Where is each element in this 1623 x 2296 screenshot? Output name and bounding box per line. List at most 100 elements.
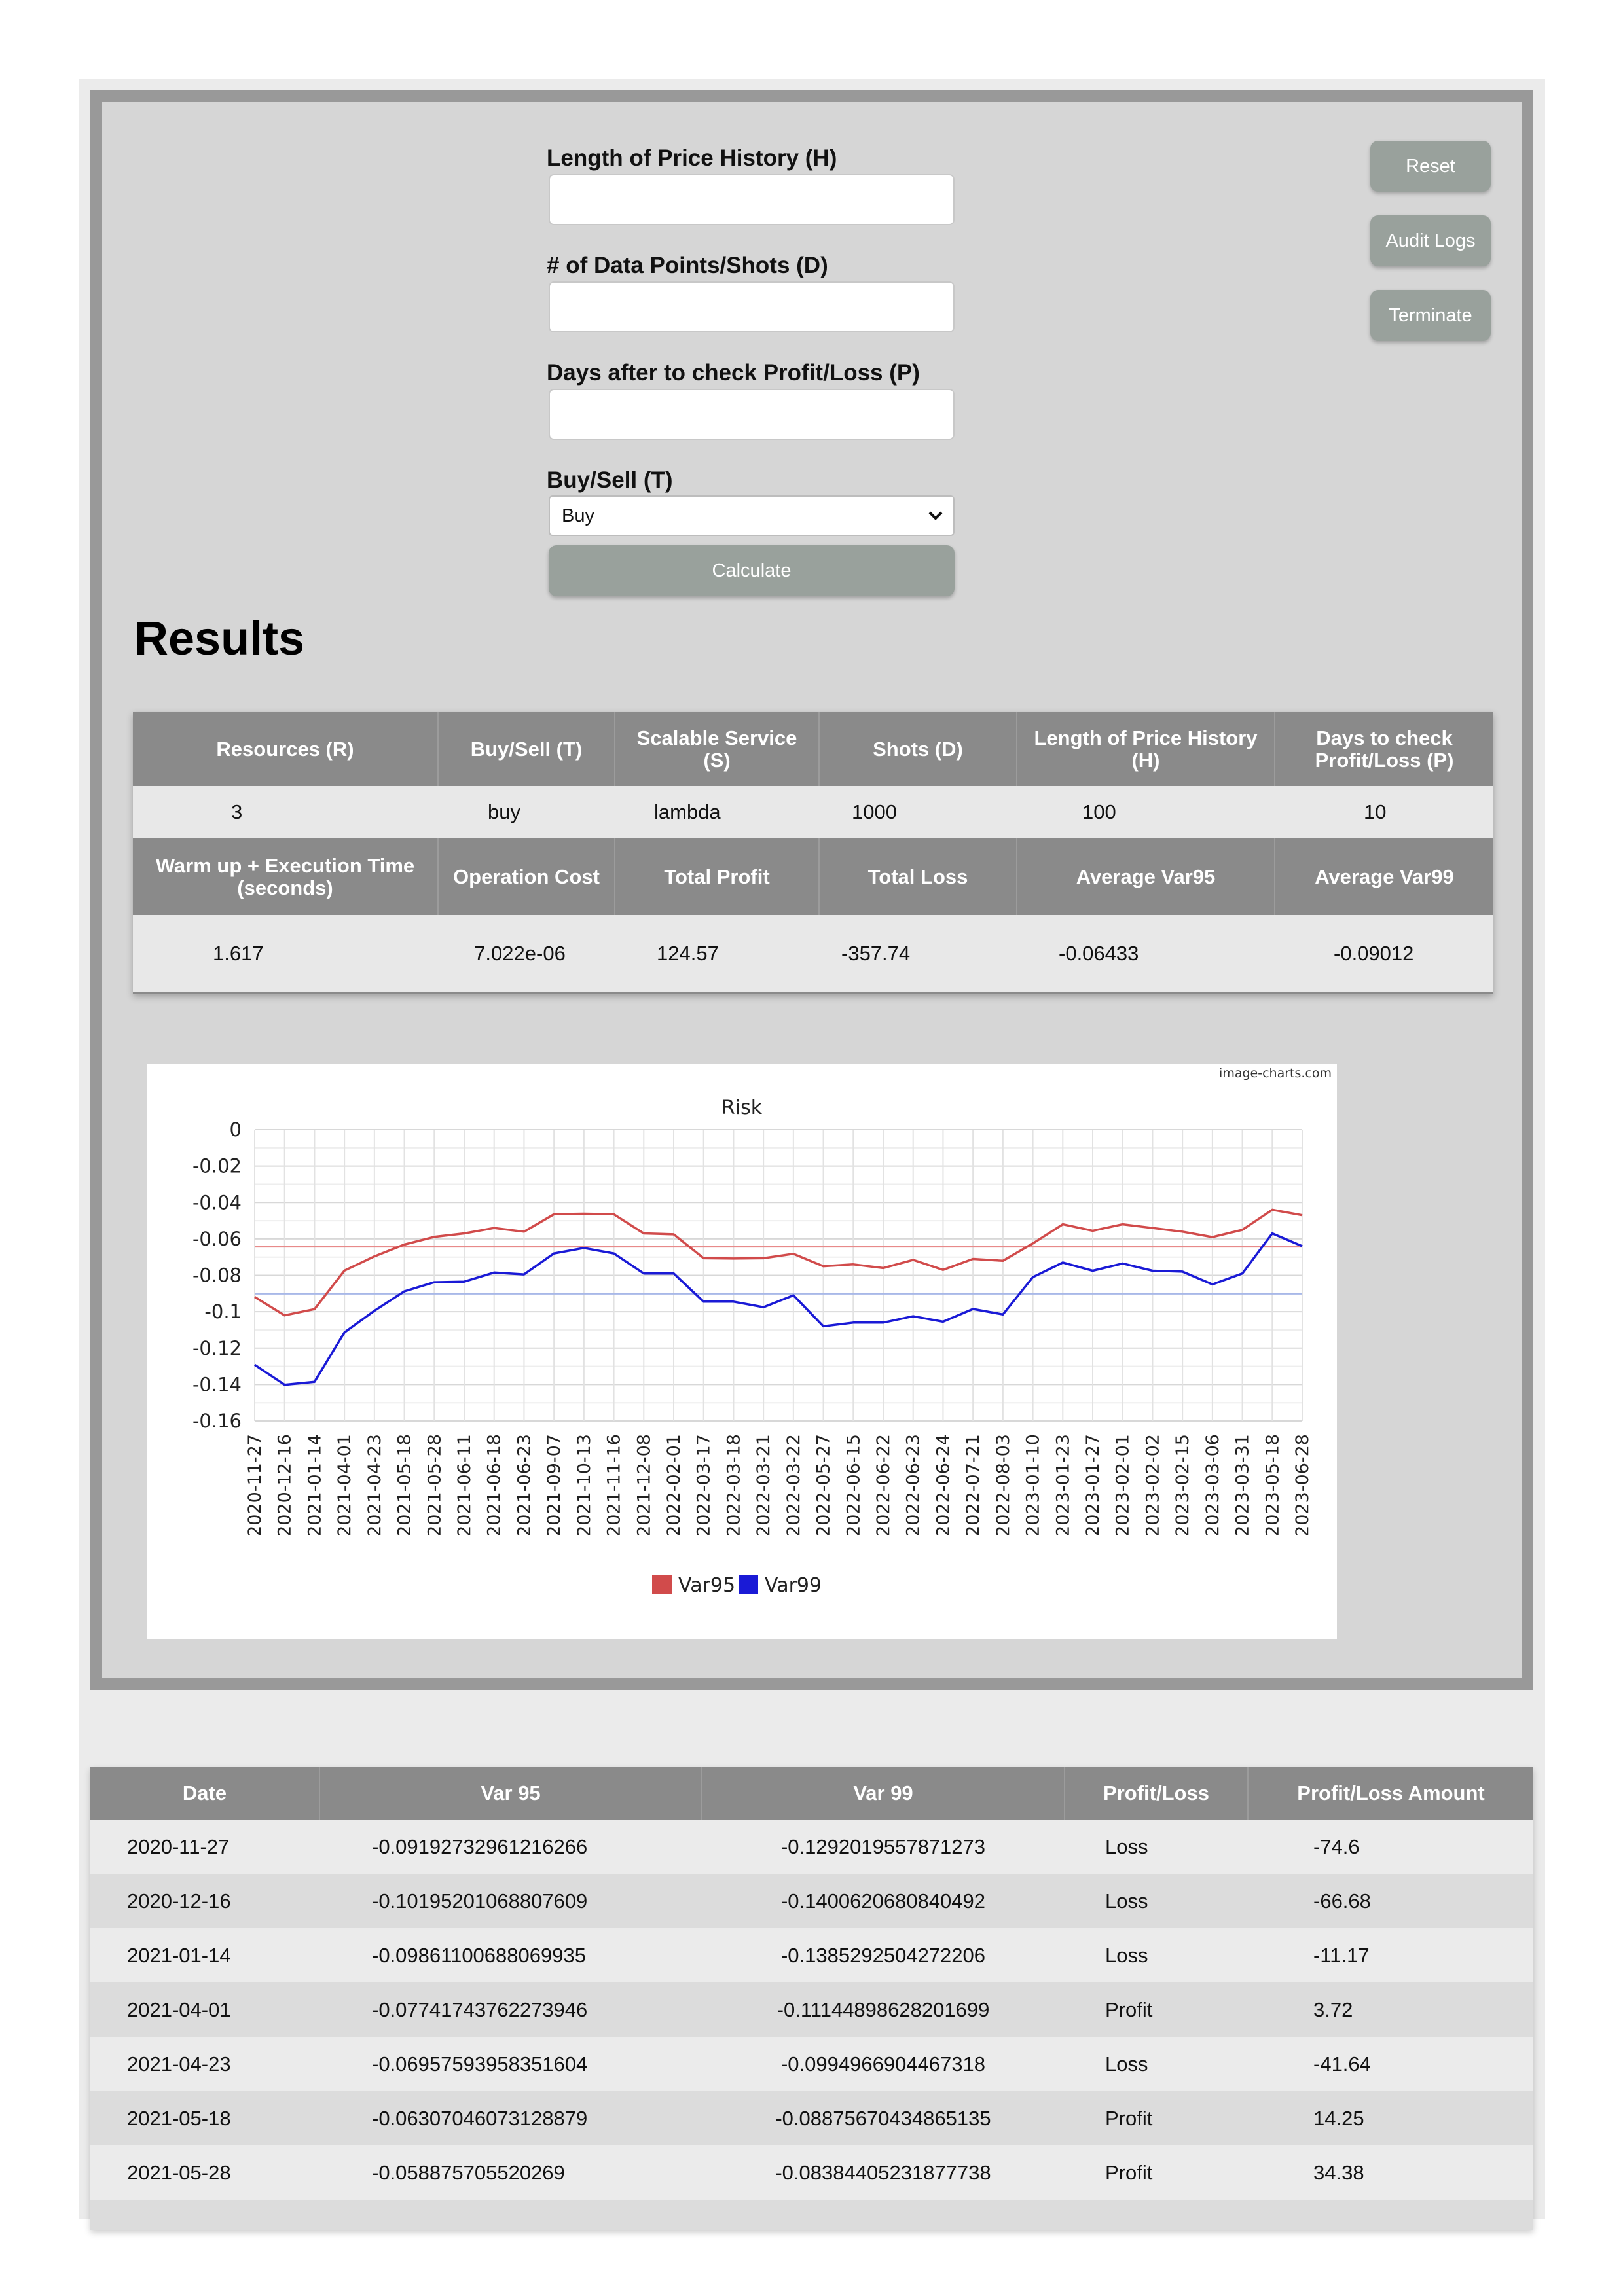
table-row: 2021-05-18 -0.06307046073128879 -0.0887567…: [90, 2091, 1533, 2145]
cell-var99: -0.1400620680840492: [702, 1874, 1065, 1928]
x-tick-label: 2022-06-23: [903, 1434, 924, 1537]
x-tick-label: 2020-12-16: [275, 1434, 295, 1537]
y-tick-label: -0.06: [192, 1228, 242, 1250]
header-date: Date: [90, 1767, 320, 1820]
buysell-select[interactable]: Buy: [549, 495, 955, 536]
x-tick-label: 2023-02-02: [1142, 1434, 1163, 1537]
cell-date: 2021-05-18: [90, 2091, 319, 2145]
y-tick-label: -0.08: [192, 1265, 242, 1287]
price-history-label: Length of Price History (H): [547, 145, 837, 171]
header-execution-time: Warm up + Execution Time (seconds): [133, 838, 439, 915]
y-tick-label: -0.02: [192, 1155, 242, 1177]
legend-label-var99: Var99: [765, 1574, 822, 1597]
x-tick-label: 2023-01-23: [1053, 1434, 1073, 1537]
chevron-down-icon: [928, 511, 943, 520]
days-input[interactable]: [549, 389, 955, 440]
x-tick-label: 2023-05-18: [1262, 1434, 1283, 1537]
cell-profit-loss-amount: -74.6: [1248, 1820, 1533, 1874]
value-price-history: 100: [1017, 786, 1275, 838]
cell-profit-loss: Loss: [1065, 1820, 1248, 1874]
cell-date: 2021-05-28: [90, 2145, 319, 2200]
cell-profit-loss-amount: 3.72: [1248, 1982, 1533, 2037]
cell-var95: -0.058875705520269: [319, 2145, 702, 2200]
cell-profit-loss-amount: 14.25: [1248, 2091, 1533, 2145]
x-tick-label: 2023-02-15: [1173, 1434, 1193, 1537]
cell-profit-loss-amount: -66.68: [1248, 1874, 1533, 1928]
x-tick-label: 2020-11-27: [245, 1434, 265, 1537]
x-tick-label: 2022-08-03: [993, 1434, 1013, 1537]
table-row: 2020-11-27 -0.09192732961216266 -0.1292019…: [90, 1820, 1533, 1874]
chart-watermark: image-charts.com: [1219, 1066, 1332, 1081]
cell-date: 2021-04-23: [90, 2037, 319, 2091]
shots-label: # of Data Points/Shots (D): [547, 253, 828, 278]
header-shots: Shots (D): [819, 712, 1017, 786]
header-total-loss: Total Loss: [819, 838, 1017, 915]
table-row: [90, 2200, 1533, 2230]
cell-date: 2020-12-16: [90, 1874, 319, 1928]
cell-profit-loss: Profit: [1065, 1982, 1248, 2037]
x-tick-label: 2021-06-23: [514, 1434, 534, 1537]
results-summary-table: Resources (R) Buy/Sell (T) Scalable Serv…: [133, 712, 1493, 994]
value-scalable-service: lambda: [615, 786, 819, 838]
cell-date: 2020-11-27: [90, 1820, 319, 1874]
cell-profit-loss: Profit: [1065, 2145, 1248, 2200]
header-buysell: Buy/Sell (T): [438, 712, 615, 786]
cell-var99: -0.1292019557871273: [702, 1820, 1065, 1874]
table-row: 2021-05-28 -0.058875705520269 -0.083844052…: [90, 2145, 1533, 2200]
cell-var99: -0.11144898628201699: [702, 1982, 1065, 2037]
cell-date: 2021-04-01: [90, 1982, 319, 2037]
x-tick-label: 2023-01-10: [1023, 1434, 1044, 1537]
x-tick-label: 2021-04-01: [335, 1434, 355, 1537]
y-tick-label: -0.12: [192, 1337, 242, 1359]
audit-logs-button[interactable]: Audit Logs: [1370, 215, 1491, 266]
header-scalable-service: Scalable Service (S): [615, 712, 820, 786]
cell-var99: -0.1385292504272206: [702, 1928, 1065, 1982]
x-tick-label: 2021-11-16: [604, 1434, 625, 1537]
price-history-input[interactable]: [549, 174, 955, 225]
header-var95: Var 95: [319, 1767, 702, 1820]
header-days-check: Days to check Profit/Loss (P): [1275, 712, 1493, 786]
x-tick-label: 2021-06-11: [454, 1434, 475, 1537]
value-resources: 3: [133, 786, 438, 838]
cell-var95: -0.09861100688069935: [319, 1928, 702, 1982]
terminate-button[interactable]: Terminate: [1370, 290, 1491, 341]
header-resources: Resources (R): [133, 712, 439, 786]
value-total-loss: -357.74: [819, 915, 1017, 994]
reset-button[interactable]: Reset: [1370, 141, 1491, 192]
empty-cell: [90, 2200, 1533, 2230]
cell-var95: -0.06307046073128879: [319, 2091, 702, 2145]
cell-profit-loss: Profit: [1065, 2091, 1248, 2145]
y-tick-label: -0.1: [204, 1300, 242, 1323]
x-tick-label: 2021-05-18: [395, 1434, 415, 1537]
cell-var95: -0.10195201068807609: [319, 1874, 702, 1928]
calculate-button[interactable]: Calculate: [549, 545, 955, 596]
header-operation-cost: Operation Cost: [438, 838, 615, 915]
history-table: Date Var 95 Var 99 Profit/Loss Profit/Lo…: [90, 1767, 1533, 2230]
cell-profit-loss-amount: -11.17: [1248, 1928, 1533, 1982]
shots-input[interactable]: [549, 281, 955, 332]
x-tick-label: 2022-03-22: [784, 1434, 804, 1537]
value-execution-time: 1.617: [133, 915, 438, 994]
x-tick-label: 2022-03-17: [694, 1434, 714, 1537]
x-tick-label: 2022-03-21: [754, 1434, 774, 1537]
legend-swatch-var99: [739, 1575, 758, 1594]
header-total-profit: Total Profit: [615, 838, 820, 915]
chart-title: Risk: [721, 1096, 763, 1119]
x-tick-label: 2022-05-27: [814, 1434, 834, 1537]
buysell-selected-value: Buy: [562, 505, 594, 526]
cell-profit-loss-amount: 34.38: [1248, 2145, 1533, 2200]
x-tick-label: 2021-09-07: [544, 1434, 564, 1537]
y-tick-label: -0.04: [192, 1191, 242, 1213]
x-tick-label: 2022-03-18: [723, 1434, 744, 1537]
x-tick-label: 2023-06-28: [1292, 1434, 1313, 1537]
x-tick-label: 2021-10-13: [574, 1434, 594, 1537]
risk-chart: 2020-11-27 2020-12-16 2021-01-14 2021-04-01…: [147, 1064, 1337, 1639]
value-days-check: 10: [1275, 786, 1493, 838]
header-price-history: Length of Price History (H): [1017, 712, 1275, 786]
y-tick-label: -0.14: [192, 1373, 242, 1395]
x-tick-label: 2021-06-18: [484, 1434, 505, 1537]
header-average-var99: Average Var99: [1275, 838, 1493, 915]
cell-var95: -0.06957593958351604: [319, 2037, 702, 2091]
cell-var95: -0.07741743762273946: [319, 1982, 702, 2037]
table-row: 2021-04-01 -0.07741743762273946 -0.1114489…: [90, 1982, 1533, 2037]
